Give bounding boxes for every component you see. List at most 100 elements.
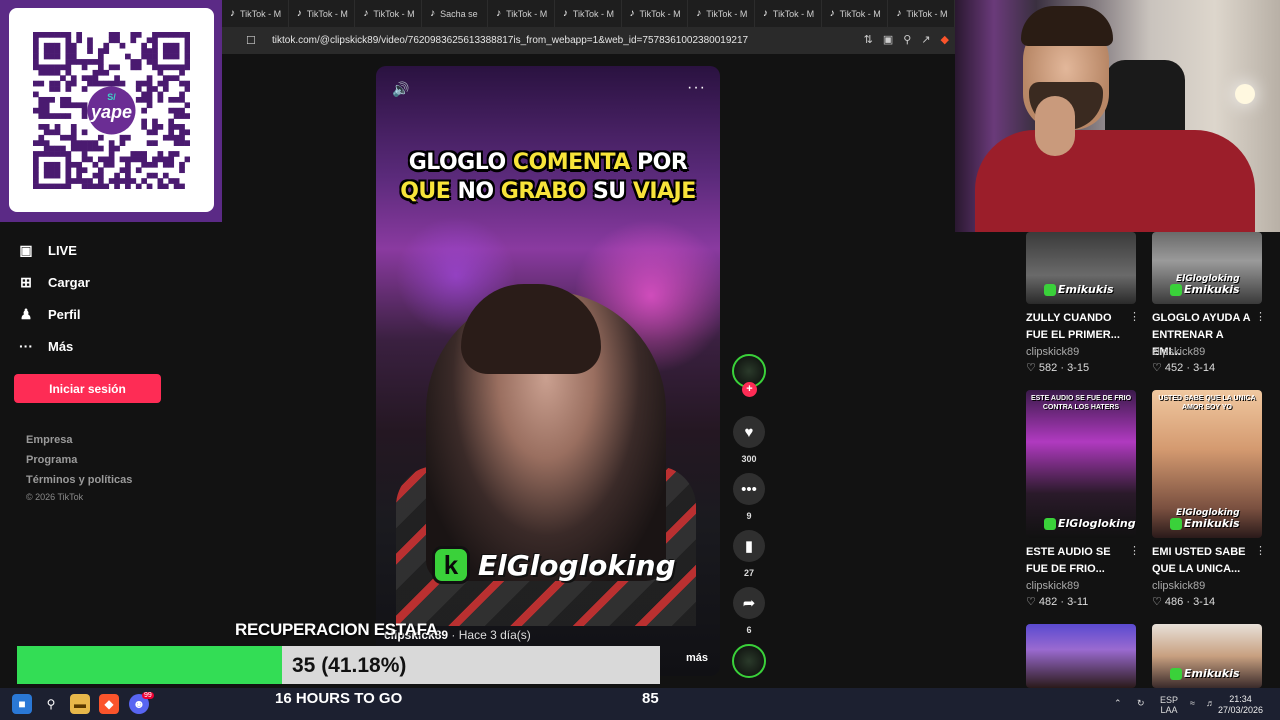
wifi-icon[interactable]: ≈ (1190, 698, 1195, 708)
separator: · (1057, 362, 1068, 374)
caption-word: GLOGLO (408, 150, 513, 175)
bookmark-icon[interactable]: ☐ (246, 34, 266, 47)
caption-word: GRABO (500, 179, 593, 204)
chevron-up-icon[interactable]: ⌃ (1114, 698, 1122, 708)
heart-icon: ♥ (744, 423, 754, 441)
tiktok-favicon-icon: ♪ (296, 8, 302, 19)
sidebar-item-profile[interactable]: ♟ Perfil (18, 306, 81, 323)
browser-tab-label: TikTok - M (639, 8, 681, 19)
share-button[interactable]: ➦ (733, 587, 765, 619)
browser-tab[interactable]: ♪ TikTok - M (688, 0, 755, 27)
more-icon: ··· (19, 338, 33, 354)
donation-progress-bar: 35 (41.18%) (17, 646, 660, 684)
browser-tab[interactable]: ♪ TikTok - M (488, 0, 555, 27)
brave-browser-icon[interactable]: ◆ (99, 694, 119, 714)
sidebar-item-live[interactable]: ▣ LIVE (18, 242, 77, 259)
browser-tab-label: TikTok - M (306, 8, 348, 19)
video-feed: GLOGLO COMENTA POR QUE NO GRABO SU VIAJE… (222, 54, 994, 688)
windows-start-icon[interactable]: ■ (12, 694, 32, 714)
related-video-thumbnail[interactable]: Emikukis (1026, 232, 1136, 304)
more-options-icon[interactable]: ⋮ (1255, 310, 1266, 323)
footer-link-programa[interactable]: Programa (26, 454, 77, 466)
browser-tab[interactable]: ♪ TikTok - M (289, 0, 356, 27)
more-options-icon[interactable]: ⋮ (1129, 310, 1140, 323)
donation-progress-fill (17, 646, 282, 684)
kick-logo-icon (1170, 668, 1182, 680)
footer-link-empresa[interactable]: Empresa (26, 434, 72, 446)
yape-qr-overlay: yape S/ (0, 0, 222, 222)
sidebar-item-label: Más (48, 338, 74, 354)
cast-icon[interactable]: ▣ (883, 33, 893, 46)
related-video-thumbnail[interactable]: Emikukis (1152, 624, 1262, 688)
related-video-title[interactable]: EMI USTED SABE QUE LA UNICA... (1152, 544, 1252, 578)
browser-tab[interactable]: ♪ TikTok - M (355, 0, 423, 27)
more-options-icon[interactable]: ··· (687, 79, 706, 97)
browser-tab[interactable]: ♪ Sacha se (422, 0, 489, 27)
zoom-icon[interactable]: ⚲ (903, 33, 911, 46)
browser-tab[interactable]: ♪ TikTok - M (555, 0, 622, 27)
clock-time: 21:34 (1229, 694, 1252, 704)
kick-logo-icon: k (432, 546, 470, 584)
related-video-author[interactable]: clipskick89 (1152, 580, 1205, 592)
comment-button[interactable]: ••• (733, 473, 765, 505)
more-options-icon[interactable]: ⋮ (1255, 544, 1266, 557)
speaker-icon[interactable]: ♬ (1206, 698, 1215, 708)
related-video-thumbnail[interactable]: ElGlogloking Emikukis (1152, 232, 1262, 304)
related-video-stats: ♡ 582 · 3-15 (1026, 361, 1089, 374)
translate-icon[interactable]: ⇅ (864, 33, 873, 46)
related-video-thumbnail[interactable] (1026, 624, 1136, 688)
thumbnail-caption: USTED SABE QUE LA UNICA AMOR SOY YO (1158, 395, 1256, 411)
system-clock[interactable]: 21:34 27/03/2026 (1218, 694, 1263, 716)
language-code: ESP (1160, 695, 1179, 705)
url-text[interactable]: tiktok.com/@clipskick89/video/7620983625… (272, 35, 748, 46)
related-video-thumbnail[interactable]: ESTE AUDIO SE FUE DE FRIO CONTRA LOS HAT… (1026, 390, 1136, 538)
related-video-author[interactable]: clipskick89 (1026, 346, 1079, 358)
related-video-stats: ♡ 482 · 3-11 (1026, 595, 1088, 608)
more-link[interactable]: más (686, 652, 708, 664)
browser-tab[interactable]: ♪ TikTok - M (622, 0, 689, 27)
caption-word: SU (592, 179, 633, 204)
volume-icon[interactable]: 🔊 (392, 81, 409, 98)
caption-line-1: GLOGLO COMENTA POR (376, 148, 720, 177)
kick-logo-icon (1170, 284, 1182, 296)
tiktok-favicon-icon: ♪ (829, 8, 835, 19)
browser-tab[interactable]: ♪ TikTok - M (822, 0, 889, 27)
share-icon[interactable]: ↗ (921, 33, 930, 46)
browser-tab[interactable]: ♪ TikTok - M (888, 0, 955, 27)
sidebar-item-upload[interactable]: ⊞ Cargar (18, 274, 90, 291)
save-button[interactable]: ▮ (733, 530, 765, 562)
brave-shield-icon[interactable]: ◆ (941, 33, 949, 46)
sound-disc-avatar[interactable] (732, 644, 766, 678)
file-explorer-icon[interactable]: ▬ (70, 694, 90, 714)
watermark-text: Emikukis (1184, 517, 1240, 530)
tiktok-favicon-icon: ♪ (696, 8, 702, 19)
more-options-icon[interactable]: ⋮ (1129, 544, 1140, 557)
caption-word: POR (637, 150, 688, 175)
search-icon[interactable]: ⚲ (41, 694, 61, 714)
video-player[interactable]: GLOGLO COMENTA POR QUE NO GRABO SU VIAJE… (376, 66, 720, 676)
language-indicator[interactable]: ESP LAA (1160, 695, 1178, 715)
related-video-title[interactable]: ZULLY CUANDO FUE EL PRIMER... (1026, 310, 1126, 344)
follow-plus-icon[interactable]: + (742, 382, 757, 397)
qr-card: yape S/ (9, 8, 214, 212)
browser-tab[interactable]: ♪ TikTok - M (222, 0, 289, 27)
footer-link-terms[interactable]: Términos y políticas (26, 474, 132, 486)
sidebar-item-label: LIVE (48, 243, 77, 258)
login-button[interactable]: Iniciar sesión (14, 374, 161, 403)
related-video-author[interactable]: clipskick89 (1152, 346, 1205, 358)
network-icon[interactable]: ↻ (1137, 698, 1145, 708)
kick-logo-icon (1044, 284, 1056, 296)
heart-icon: ♡ (1152, 596, 1165, 608)
tiktok-favicon-icon: ♪ (629, 8, 635, 19)
browser-tab[interactable]: ♪ TikTok - M (755, 0, 822, 27)
donation-target: 85 (642, 690, 659, 707)
related-video-author[interactable]: clipskick89 (1026, 580, 1079, 592)
like-button[interactable]: ♥ (733, 416, 765, 448)
related-video-title[interactable]: ESTE AUDIO SE FUE DE FRIO... (1026, 544, 1126, 578)
related-video-likes: 582 (1038, 362, 1058, 374)
address-bar[interactable]: ☐ tiktok.com/@clipskick89/video/76209836… (222, 27, 955, 54)
share-count: 6 (746, 625, 752, 635)
video-brand-watermark: k ElGlogloking (432, 546, 676, 584)
related-video-thumbnail[interactable]: USTED SABE QUE LA UNICA AMOR SOY YO ElGlo… (1152, 390, 1262, 538)
sidebar-item-more[interactable]: ··· Más (18, 338, 73, 354)
